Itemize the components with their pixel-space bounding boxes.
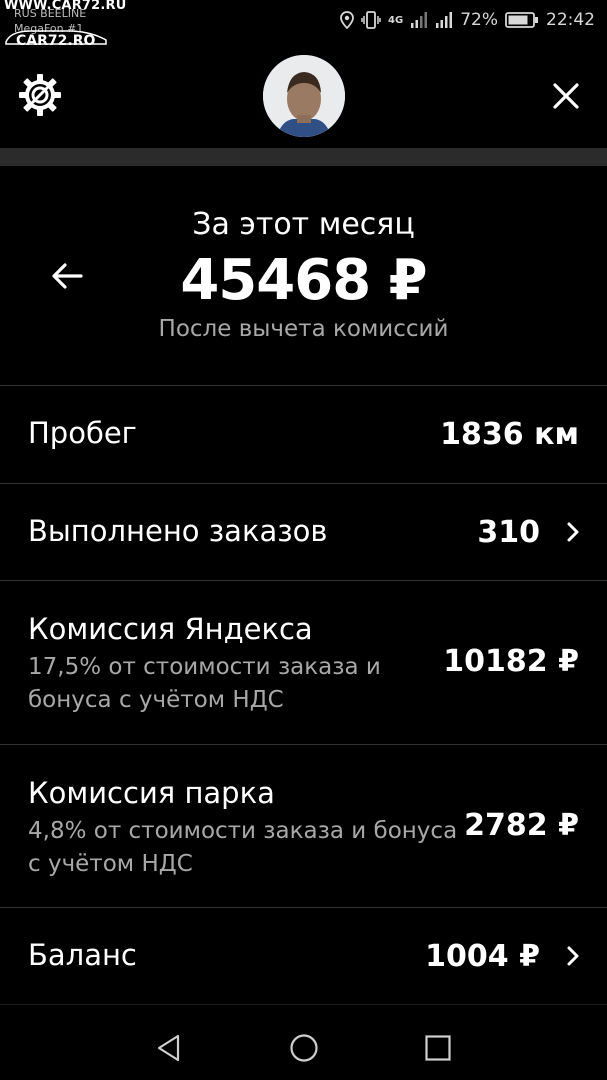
list-item-mileage: Пробег 1836 км [0,385,607,483]
battery-icon [505,12,538,28]
close-icon[interactable] [550,80,582,112]
row-value: 1004 ₽ [425,939,540,974]
battery-percent: 72% [460,10,498,30]
vibrate-icon [361,11,381,29]
avatar[interactable] [263,55,345,137]
chevron-right-icon [567,946,579,966]
avatar-photo [263,55,345,137]
row-subtitle: 4,8% от стоимости заказа и бонуса с учёт… [28,818,458,877]
list-item-orders[interactable]: Выполнено заказов 310 [0,483,607,580]
total-earnings: 45468 ₽ [180,248,427,313]
total-note: После вычета комиссий [158,316,449,342]
nav-home-icon[interactable] [289,1033,319,1063]
row-value: 2782 ₽ [464,808,579,843]
list-item-balance[interactable]: Баланс 1004 ₽ [0,907,607,1004]
row-title: Пробег [28,416,137,450]
list-item-park-commission: Комиссия парка 4,8% от стоимости заказа … [0,744,607,907]
list-item-yandex-commission: Комиссия Яндекса 17,5% от стоимости зака… [0,580,607,744]
chevron-right-icon [567,522,579,542]
row-value: 10182 ₽ [443,644,579,679]
nav-recent-apps-icon[interactable] [423,1033,453,1063]
gear-icon[interactable] [18,73,62,117]
row-title: Комиссия Яндекса [28,612,313,646]
row-value: 310 [477,515,540,550]
row-title: Выполнено заказов [28,514,328,548]
period-label: За этот месяц [192,207,415,242]
row-title: Комиссия парка [28,776,275,810]
watermark-url: WWW.CAR72.RU [4,0,127,13]
clock: 22:42 [546,10,595,30]
nav-back-icon[interactable] [154,1033,184,1063]
header-divider [0,148,607,166]
location-icon [340,11,354,29]
row-value: 1836 км [440,417,579,452]
network-type-label: 4G [388,14,404,26]
watermark-logo-text: CAR72.RO [16,33,96,49]
signal-icon-2 [436,12,453,28]
row-subtitle: 17,5% от стоимости заказа и бонуса с учё… [28,654,381,713]
system-nav-bar [0,1004,607,1080]
signal-icon-1 [411,12,428,28]
row-title: Баланс [28,938,137,972]
status-bar: RUS BEELINE MegaFon #1 WWW.CAR72.RU CAR7… [0,0,607,49]
status-icons: 4G 72% 22:42 [340,9,595,31]
